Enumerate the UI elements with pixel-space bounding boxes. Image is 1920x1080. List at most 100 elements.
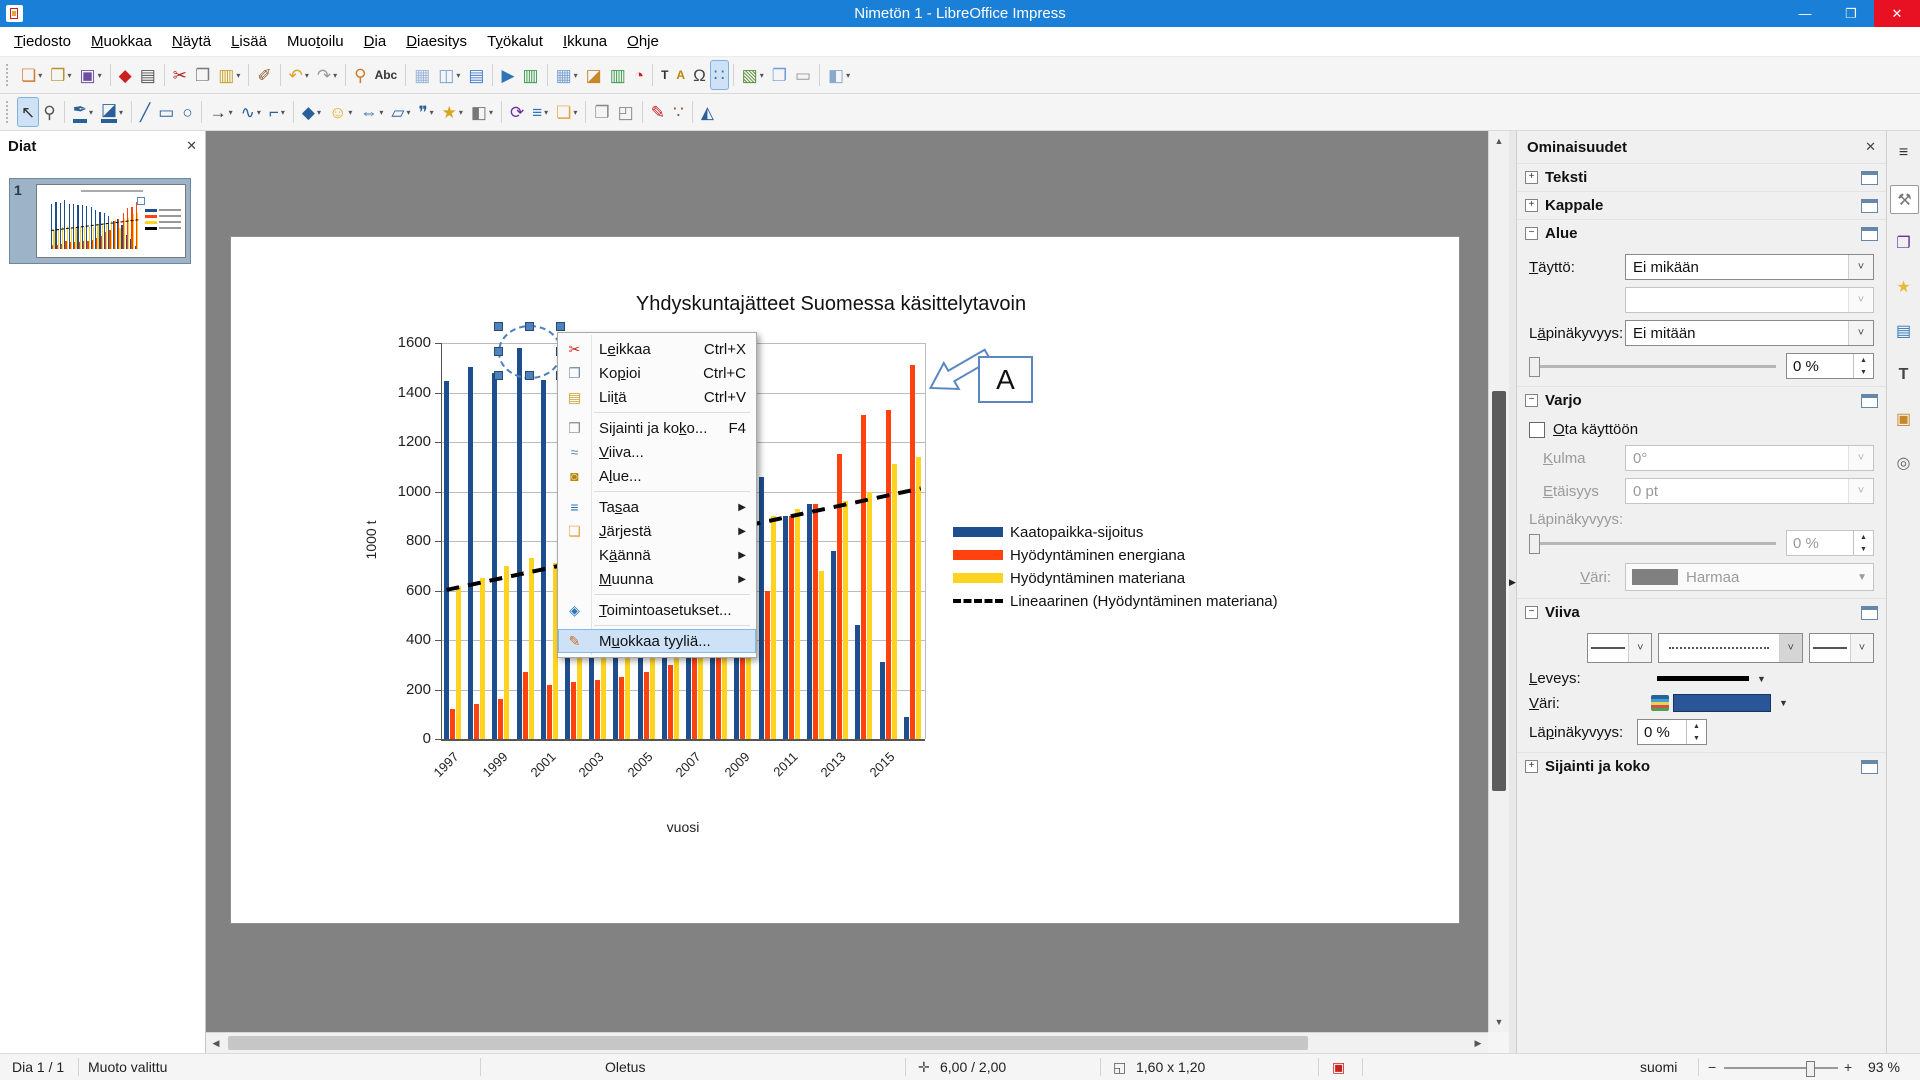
minimize-button[interactable]: — bbox=[1782, 0, 1828, 27]
dropdown-caret-icon[interactable]: ▾ bbox=[98, 71, 102, 80]
insert-chart-icon[interactable]: ◔ bbox=[631, 61, 647, 89]
scroll-left-icon[interactable]: ◀ bbox=[206, 1033, 226, 1053]
object-size[interactable]: 1,60 x 1,20 bbox=[1136, 1054, 1205, 1080]
menu-ikkuna[interactable]: Ikkuna bbox=[553, 29, 617, 54]
dropdown-caret-icon[interactable]: ▾ bbox=[406, 108, 410, 117]
collapse-icon[interactable] bbox=[1525, 227, 1538, 240]
export-pdf-icon[interactable]: ◆ bbox=[116, 61, 135, 89]
line-style-dropdown[interactable]: ˅ bbox=[1658, 633, 1802, 663]
insert-textbox-icon[interactable]: T bbox=[658, 61, 671, 89]
fill-color-icon[interactable]: ◪▾ bbox=[98, 98, 126, 126]
zoom-level[interactable]: 93 % bbox=[1868, 1054, 1900, 1080]
toggle-extrusion-icon[interactable]: ◭ bbox=[698, 98, 717, 126]
rename-slide-icon[interactable]: ▭ bbox=[792, 61, 814, 89]
expand-icon[interactable] bbox=[1525, 171, 1538, 184]
sidebar-tab-properties-icon[interactable]: ⚒ bbox=[1890, 185, 1919, 214]
dropdown-caret-icon[interactable]: ▾ bbox=[305, 71, 309, 80]
menu-muotoilu[interactable]: Muotoilu bbox=[277, 29, 354, 54]
context-menu-item-paste[interactable]: ▤LiitäCtrl+V bbox=[558, 385, 756, 409]
transparency-slider[interactable] bbox=[1529, 356, 1776, 376]
arrow-start-dropdown[interactable]: ˅ bbox=[1587, 633, 1652, 663]
scroll-down-icon[interactable]: ▼ bbox=[1489, 1012, 1509, 1032]
section-shadow[interactable]: Varjo bbox=[1517, 386, 1886, 414]
line-arrow-icon[interactable]: →▾ bbox=[207, 98, 236, 126]
document-modified-icon[interactable]: ▣ bbox=[1332, 1054, 1345, 1080]
insert-fontwork-icon[interactable]: A bbox=[673, 61, 688, 89]
section-text[interactable]: Teksti bbox=[1517, 163, 1886, 191]
dropdown-caret-icon[interactable]: ▾ bbox=[456, 71, 460, 80]
presenter-console-icon[interactable]: ▥ bbox=[520, 61, 542, 89]
dropdown-caret-icon[interactable]: ▾ bbox=[430, 108, 434, 117]
print-icon[interactable]: ▤ bbox=[137, 61, 159, 89]
chevron-down-icon[interactable]: ˅ bbox=[1850, 634, 1873, 662]
duplicate-slide-icon[interactable]: ❐ bbox=[769, 61, 790, 89]
dropdown-caret-icon[interactable]: ▾ bbox=[573, 108, 577, 117]
context-menu-item-flip[interactable]: Käännä▶ bbox=[558, 543, 756, 567]
glue-points-edit-icon[interactable]: ∵ bbox=[670, 98, 687, 126]
flowchart-icon[interactable]: ▱▾ bbox=[388, 98, 413, 126]
align-icon[interactable]: ≡▾ bbox=[529, 98, 551, 126]
transparency-spinner[interactable]: 0 % ▲▼ bbox=[1786, 353, 1874, 379]
expand-icon[interactable] bbox=[1525, 199, 1538, 212]
dropdown-caret-icon[interactable]: ▾ bbox=[317, 108, 321, 117]
shadow-enable-checkbox[interactable] bbox=[1529, 422, 1545, 438]
dropdown-caret-icon[interactable]: ▾ bbox=[459, 108, 463, 117]
insert-line-icon[interactable]: ╱ bbox=[137, 98, 153, 126]
vertical-scrollbar[interactable]: ▲ ▼ bbox=[1488, 131, 1509, 1032]
spin-up-icon[interactable]: ▲ bbox=[1854, 354, 1873, 366]
rotate-icon[interactable]: ⟳ bbox=[507, 98, 527, 126]
line-transparency-spinner[interactable]: 0 % ▲▼ bbox=[1637, 719, 1707, 745]
dropdown-caret-icon[interactable]: ▾ bbox=[38, 71, 42, 80]
slide-style[interactable]: Oletus bbox=[605, 1054, 645, 1080]
slide-indicator[interactable]: Dia 1 / 1 bbox=[12, 1054, 64, 1080]
arrow-end-dropdown[interactable]: ˅ bbox=[1809, 633, 1874, 663]
toolbar-grip[interactable] bbox=[6, 64, 13, 86]
basic-shapes-icon[interactable]: ◆▾ bbox=[299, 98, 324, 126]
context-menu-item-arrange[interactable]: ❏Järjestä▶ bbox=[558, 519, 756, 543]
chevron-down-icon[interactable]: ▼ bbox=[1757, 674, 1766, 684]
workspace[interactable]: 0200400600800100012001400160019971999200… bbox=[206, 131, 1488, 1032]
new-slide-icon[interactable]: ▧▾ bbox=[739, 61, 767, 89]
insert-media-icon[interactable]: ▥ bbox=[607, 61, 629, 89]
insert-image-icon[interactable]: ◪ bbox=[583, 61, 605, 89]
context-menu-item-cut[interactable]: ✂LeikkaaCtrl+X bbox=[558, 337, 756, 361]
display-grid-icon[interactable]: ▦ bbox=[411, 61, 433, 89]
slide-canvas[interactable]: 0200400600800100012001400160019971999200… bbox=[230, 236, 1460, 924]
slides-panel-close-icon[interactable]: ✕ bbox=[186, 138, 197, 154]
section-paragraph[interactable]: Kappale bbox=[1517, 191, 1886, 219]
slide-thumbnail[interactable]: 1 bbox=[9, 178, 191, 264]
selection-handle[interactable] bbox=[525, 322, 534, 331]
start-slideshow-icon[interactable]: ▶ bbox=[498, 61, 517, 89]
dropdown-caret-icon[interactable]: ▾ bbox=[348, 108, 352, 117]
collapse-icon[interactable] bbox=[1525, 394, 1538, 407]
menu-työkalut[interactable]: Työkalut bbox=[477, 29, 553, 54]
dropdown-caret-icon[interactable]: ▾ bbox=[760, 71, 764, 80]
dialog-launcher-icon[interactable] bbox=[1861, 394, 1878, 408]
context-menu-item-area[interactable]: ◙Alue... bbox=[558, 464, 756, 488]
transparency-type-dropdown[interactable]: Ei mitään ˅ bbox=[1625, 320, 1874, 346]
sidebar-tab-navigator-icon[interactable]: ◎ bbox=[1890, 449, 1917, 476]
selection-handle[interactable] bbox=[494, 347, 503, 356]
sidebar-tab-master-slides-icon[interactable]: ▤ bbox=[1890, 317, 1917, 344]
dialog-launcher-icon[interactable] bbox=[1861, 171, 1878, 185]
slider-thumb[interactable] bbox=[1529, 357, 1540, 377]
dropdown-caret-icon[interactable]: ▾ bbox=[379, 108, 383, 117]
ellipse-icon[interactable]: ○ bbox=[179, 98, 195, 126]
open-icon[interactable]: ❒▾ bbox=[47, 61, 74, 89]
context-menu-item-copy[interactable]: ❐KopioiCtrl+C bbox=[558, 361, 756, 385]
language-status[interactable]: suomi bbox=[1640, 1054, 1677, 1080]
selection-handle[interactable] bbox=[525, 371, 534, 380]
sidebar-tab-styles-icon[interactable]: T bbox=[1890, 361, 1917, 388]
selection-handle[interactable] bbox=[494, 371, 503, 380]
paste-icon[interactable]: ▥▾ bbox=[215, 61, 243, 89]
spin-down-icon[interactable]: ▼ bbox=[1687, 732, 1706, 744]
context-menu-item-edit-style[interactable]: ✎Muokkaa tyyliä... bbox=[558, 629, 756, 653]
slide-layout-icon[interactable]: ◧▾ bbox=[825, 61, 853, 89]
collapse-icon[interactable] bbox=[1525, 606, 1538, 619]
context-menu-item-convert[interactable]: Muunna▶ bbox=[558, 567, 756, 591]
zoom-in-icon[interactable]: + bbox=[1844, 1054, 1852, 1080]
toolbar-grip[interactable] bbox=[6, 101, 13, 123]
section-position-size[interactable]: Sijainti ja koko bbox=[1517, 752, 1886, 780]
line-color-icon[interactable] bbox=[1651, 695, 1669, 711]
stars-icon[interactable]: ★▾ bbox=[439, 98, 466, 126]
